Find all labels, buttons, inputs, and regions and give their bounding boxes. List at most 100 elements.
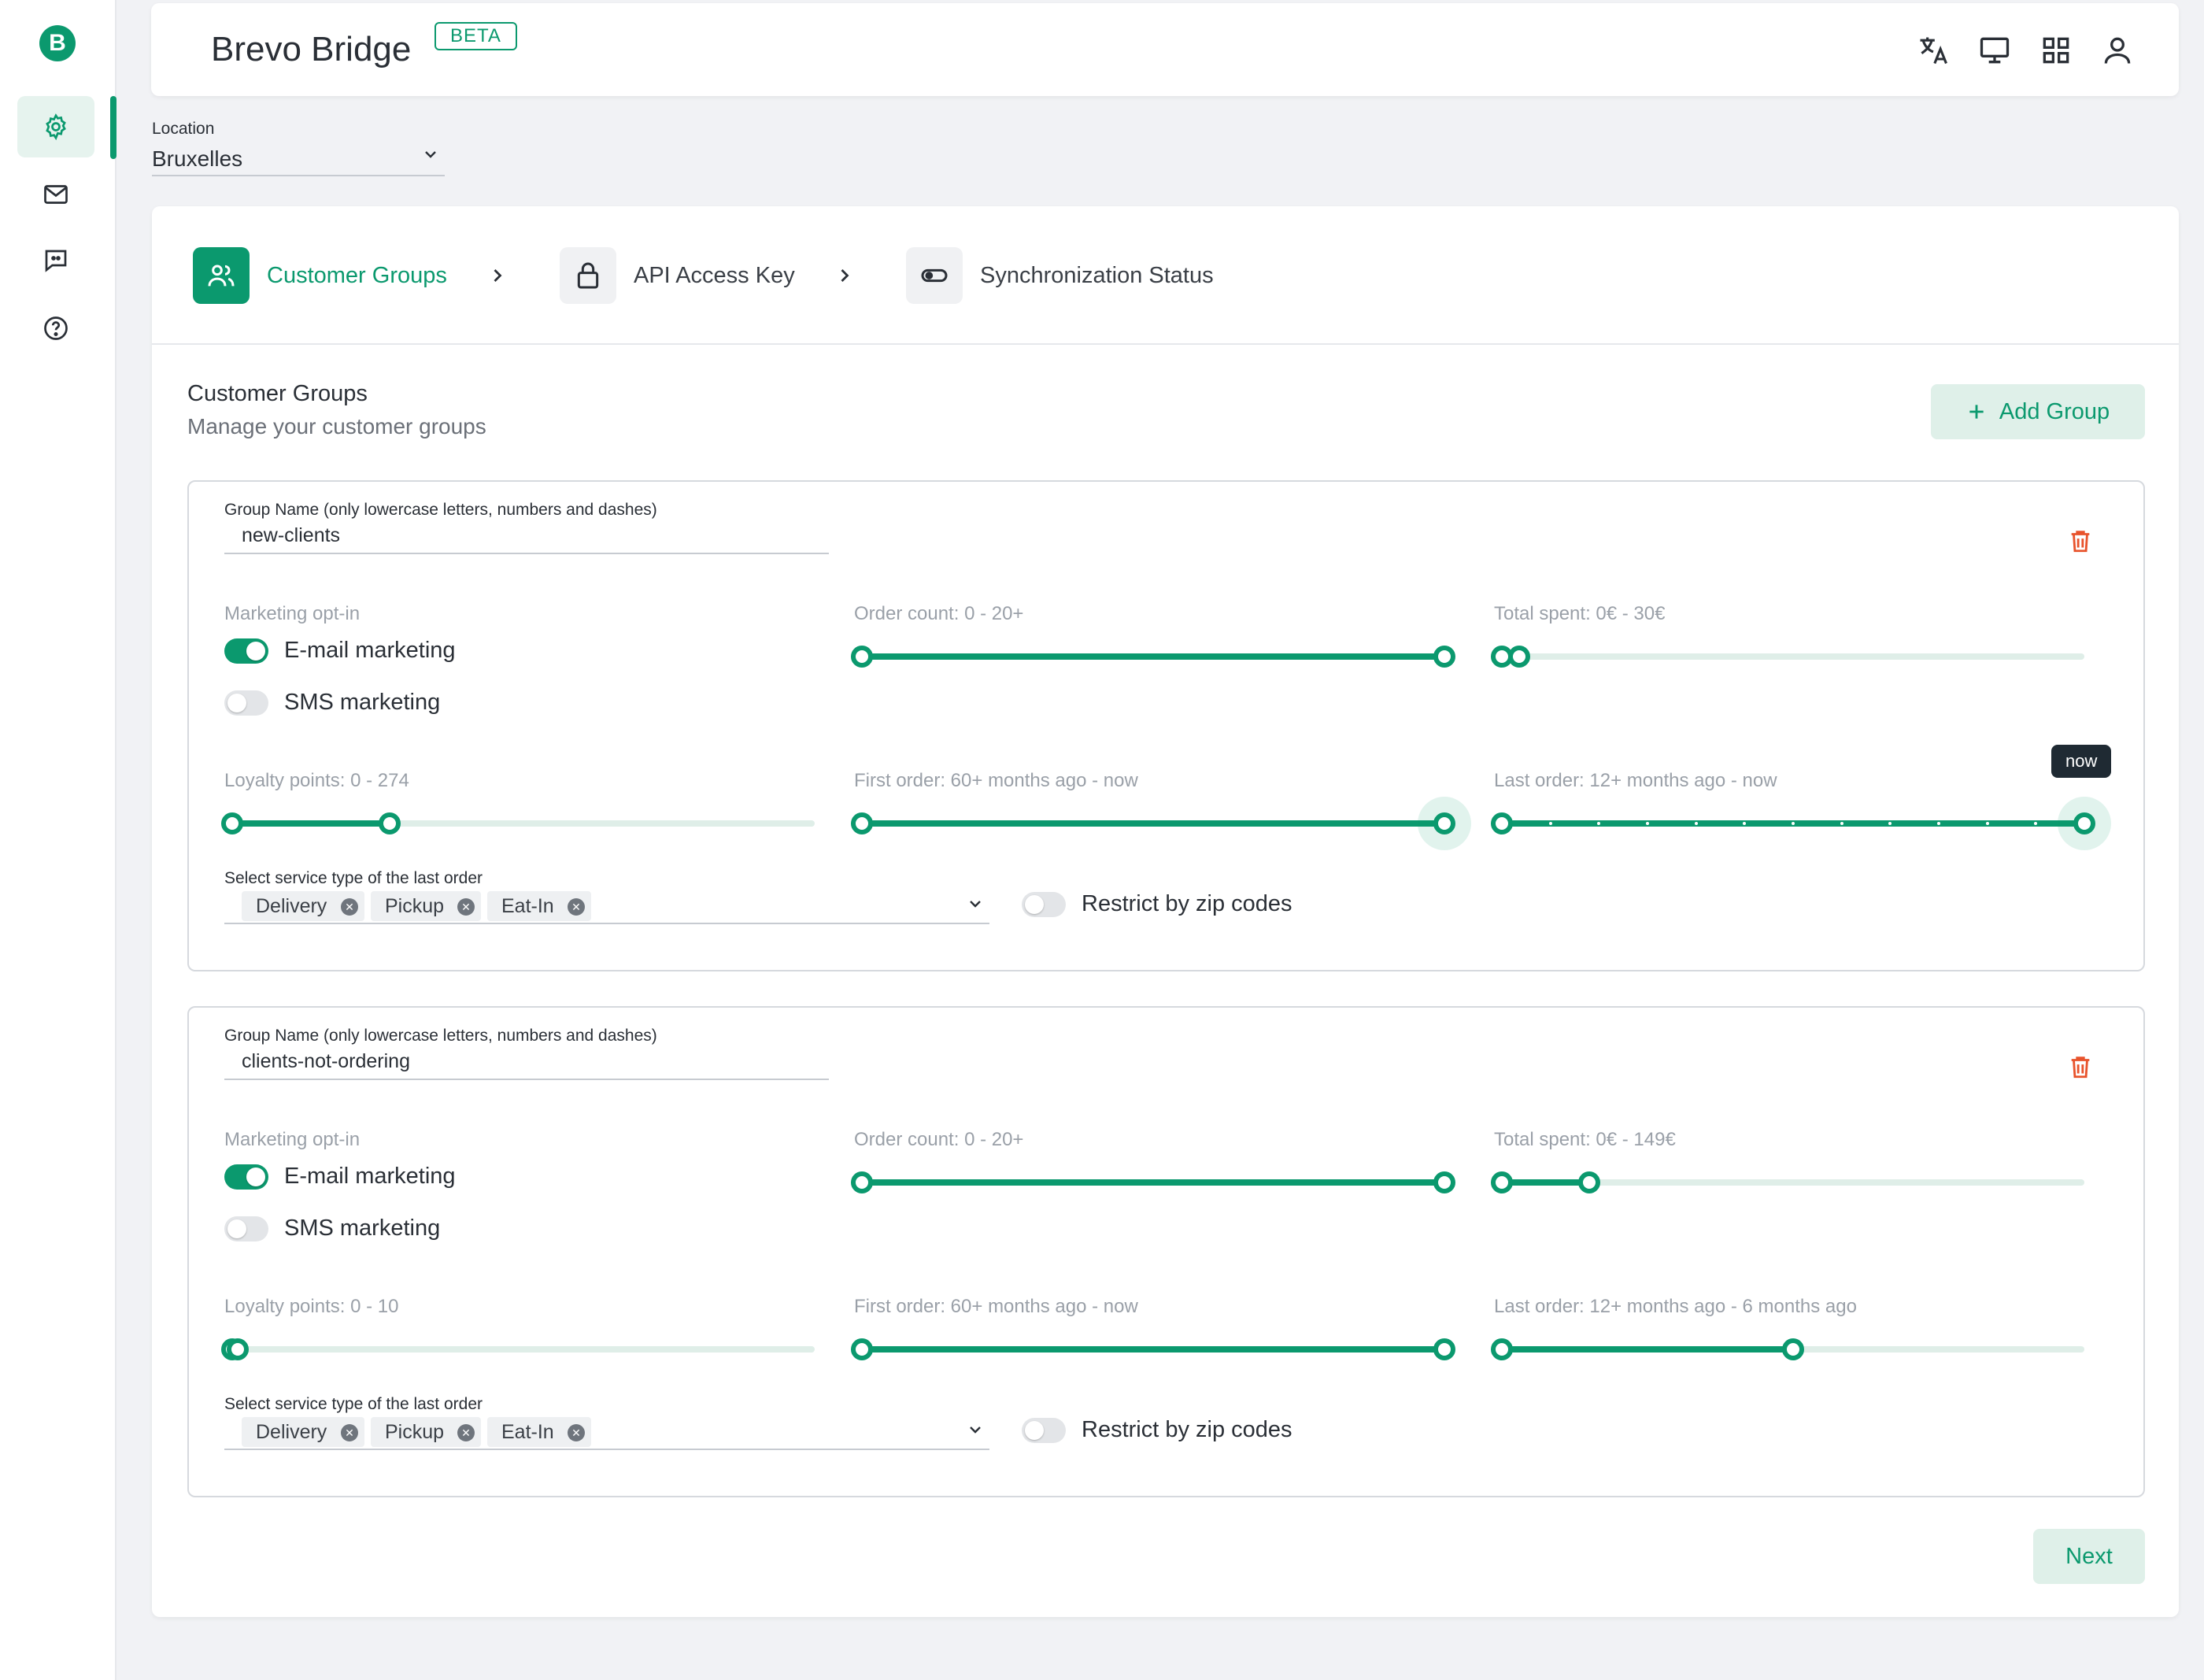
slider-min-thumb[interactable] (851, 1338, 873, 1360)
last-order-slider[interactable] (1491, 1334, 2084, 1365)
toggle-switch[interactable] (224, 690, 268, 716)
remove-chip-icon[interactable]: ✕ (341, 898, 358, 916)
remove-chip-icon[interactable]: ✕ (341, 1424, 358, 1441)
slider-max-thumb[interactable] (227, 1338, 250, 1360)
chevron-down-icon (970, 1427, 981, 1434)
group-name-input[interactable]: clients-not-ordering (224, 1047, 829, 1080)
remove-chip-icon[interactable]: ✕ (568, 898, 585, 916)
account-button[interactable] (2100, 33, 2135, 68)
sms-marketing-toggle[interactable]: SMS marketing (224, 690, 440, 716)
last-order-slider[interactable]: now (1491, 745, 2112, 850)
service-type-select[interactable]: Delivery ✕ Pickup ✕ Eat-In ✕ (224, 891, 989, 924)
remove-chip-icon[interactable]: ✕ (568, 1424, 585, 1441)
toggle-knob (227, 693, 246, 712)
first-order-slider[interactable] (851, 1334, 1455, 1365)
slider-max-thumb[interactable] (1433, 812, 1455, 834)
marketing-optin-label: Marketing opt-in (224, 603, 361, 624)
slider-max-thumb[interactable] (1508, 646, 1531, 668)
order-count-slider[interactable] (851, 641, 1455, 672)
remove-chip-icon[interactable]: ✕ (457, 1424, 475, 1441)
step-synchronization-status[interactable]: Synchronization Status (906, 247, 1214, 304)
total-spent-slider[interactable] (1491, 1167, 2084, 1198)
order-count-slider[interactable] (851, 1167, 1455, 1198)
service-chip[interactable]: Delivery ✕ (242, 1417, 364, 1447)
service-chip[interactable]: Eat-In ✕ (487, 891, 591, 921)
email-marketing-toggle[interactable]: E-mail marketing (224, 1164, 456, 1190)
section-subtitle: Manage your customer groups (187, 414, 486, 439)
remove-chip-icon[interactable]: ✕ (457, 898, 475, 916)
toggle-switch[interactable] (224, 638, 268, 664)
slider-max-thumb[interactable] (1433, 1338, 1455, 1360)
slider-range (1502, 1346, 1793, 1353)
loyalty-label: Loyalty points: 0 - 274 (224, 770, 409, 791)
sidebar-item-settings[interactable] (17, 96, 94, 157)
slider-range (862, 820, 1444, 827)
step-api-access-key[interactable]: API Access Key (560, 247, 795, 304)
add-group-button[interactable]: Add Group (1931, 384, 2145, 439)
total-spent-slider[interactable] (1491, 641, 2084, 672)
toggle-knob (1025, 1420, 1044, 1440)
chevron-right-icon (494, 269, 502, 282)
slider-min-thumb[interactable] (851, 1171, 873, 1193)
customer-group-card: Group Name (only lowercase letters, numb… (187, 1006, 2145, 1497)
slider-max-thumb[interactable] (2073, 812, 2095, 834)
toggle-switch[interactable] (1022, 891, 1066, 917)
slider-value-tooltip: now (2051, 745, 2112, 778)
sidebar-item-mail[interactable] (17, 164, 94, 225)
delete-group-button[interactable] (2067, 527, 2094, 554)
service-type-select[interactable]: Delivery ✕ Pickup ✕ Eat-In ✕ (224, 1417, 989, 1450)
app-title: Brevo Bridge (211, 30, 412, 68)
slider-min-thumb[interactable] (1491, 1338, 1513, 1360)
location-value: Bruxelles (152, 146, 243, 171)
toggle-switch[interactable] (1022, 1417, 1066, 1443)
slider-max-thumb[interactable] (378, 812, 401, 834)
chevron-down-icon (425, 151, 436, 158)
chevron-down-icon (970, 901, 981, 908)
brevo-logo[interactable]: B (39, 25, 76, 61)
toggle-knob (1025, 894, 1044, 914)
slider-min-thumb[interactable] (851, 812, 873, 834)
delete-group-button[interactable] (2067, 1053, 2094, 1080)
slider-min-thumb[interactable] (221, 812, 243, 834)
slider-min-thumb[interactable] (1491, 1171, 1513, 1193)
display-button[interactable] (1977, 33, 2012, 68)
service-chip[interactable]: Pickup ✕ (371, 891, 481, 921)
group-name-input[interactable]: new-clients (224, 521, 829, 554)
slider-min-thumb[interactable] (1491, 812, 1513, 834)
apps-button[interactable] (2039, 33, 2073, 68)
translate-button[interactable] (1916, 33, 1951, 68)
gear-icon (46, 113, 66, 141)
slider-max-thumb[interactable] (1433, 1171, 1455, 1193)
toggle-label: SMS marketing (284, 690, 441, 715)
slider-max-thumb[interactable] (1433, 646, 1455, 668)
service-chip[interactable]: Delivery ✕ (242, 891, 364, 921)
zip-codes-toggle[interactable]: Restrict by zip codes (1022, 891, 1292, 917)
sms-marketing-toggle[interactable]: SMS marketing (224, 1216, 440, 1241)
location-select[interactable]: Bruxelles (152, 142, 445, 176)
beta-badge: BETA (435, 22, 517, 50)
toggle-label: Restrict by zip codes (1082, 891, 1292, 916)
slider-rail (232, 1346, 815, 1353)
app-header: Brevo Bridge BETA (151, 3, 2179, 96)
service-chip[interactable]: Eat-In ✕ (487, 1417, 591, 1447)
zip-codes-toggle[interactable]: Restrict by zip codes (1022, 1417, 1292, 1443)
chevron-right-icon (841, 269, 849, 282)
slider-max-thumb[interactable] (1578, 1171, 1600, 1193)
step-customer-groups[interactable]: Customer Groups (193, 247, 447, 304)
toggle-switch[interactable] (224, 1216, 268, 1241)
email-marketing-toggle[interactable]: E-mail marketing (224, 638, 456, 664)
sidebar-item-help[interactable] (17, 298, 94, 359)
slider-max-thumb[interactable] (1782, 1338, 1804, 1360)
slider-range (862, 1346, 1444, 1353)
toggle-switch[interactable] (224, 1164, 268, 1190)
first-order-label: First order: 60+ months ago - now (854, 770, 1138, 791)
total-spent-label: Total spent: 0€ - 30€ (1494, 603, 1666, 624)
loyalty-slider[interactable] (221, 1334, 815, 1365)
service-chip[interactable]: Pickup ✕ (371, 1417, 481, 1447)
slider-min-thumb[interactable] (851, 646, 873, 668)
first-order-slider[interactable] (851, 797, 1471, 850)
next-button[interactable]: Next (2033, 1529, 2145, 1584)
slider-step-mark (1985, 822, 1989, 825)
sidebar-item-feedback[interactable] (17, 230, 94, 291)
loyalty-slider[interactable] (221, 808, 815, 839)
